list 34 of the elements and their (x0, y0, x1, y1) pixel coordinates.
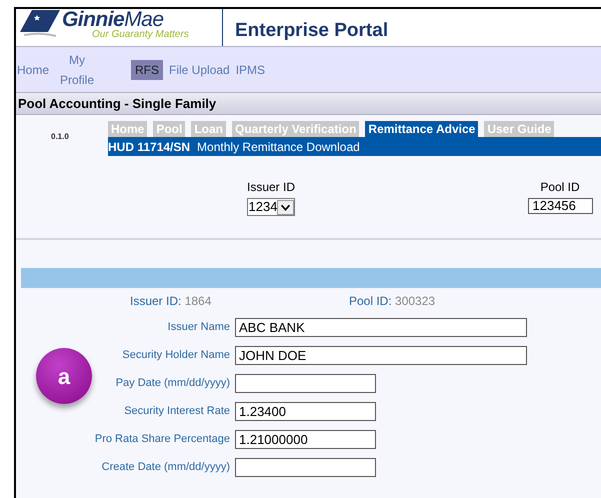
annotation-marker: a (36, 348, 92, 404)
section-title: Pool Accounting - Single Family (18, 94, 216, 113)
text-field[interactable] (235, 458, 376, 477)
subheader-title: Monthly Remittance Download (197, 138, 360, 156)
nav-link[interactable]: My Profile (55, 50, 100, 90)
field-label: Security Interest Rate (124, 404, 230, 420)
version-label: 0.1.0 (51, 132, 69, 141)
text-field[interactable]: 1.21000000 (235, 430, 376, 449)
form-code: HUD 11714/SN (108, 138, 190, 156)
logo-tagline: Our Guaranty Matters (92, 30, 189, 40)
text-field[interactable] (235, 374, 376, 393)
field-label: Security Holder Name (122, 348, 230, 364)
field-label: Create Date (mm/dd/yyyy) (102, 460, 230, 476)
issuer-id-dropdown[interactable]: 1234 (246, 198, 296, 216)
text-field[interactable]: ABC BANK (235, 318, 527, 337)
field-label: Issuer Name (168, 320, 230, 336)
pool-id-summary: Pool ID: 300323 (349, 294, 436, 308)
text-field[interactable]: JOHN DOE (235, 346, 527, 365)
field-label: Pay Date (mm/dd/yyyy) (116, 376, 230, 392)
pool-id-label: Pool ID (540, 179, 580, 196)
nav-link[interactable]: IPMS (236, 60, 266, 80)
logo-wordmark-light: Mae (124, 9, 164, 30)
text-field[interactable]: 1.23400 (235, 402, 376, 421)
issuer-id-label: Issuer ID (246, 179, 295, 196)
nav-link[interactable]: RFS (131, 60, 164, 80)
field-label: Pro Rata Share Percentage (94, 432, 230, 448)
nav-link[interactable]: File Upload (169, 60, 230, 80)
portal-title: Enterprise Portal (235, 20, 388, 41)
logo-wordmark-bold: Ginnie (62, 9, 124, 30)
pool-id-field[interactable]: 123456 (528, 198, 592, 214)
issuer-id-summary: Issuer ID: 1864 (130, 294, 212, 308)
nav-link[interactable]: Home (17, 60, 50, 80)
tab[interactable]: Remittance Advice (365, 121, 478, 137)
caret-icon (277, 200, 294, 214)
